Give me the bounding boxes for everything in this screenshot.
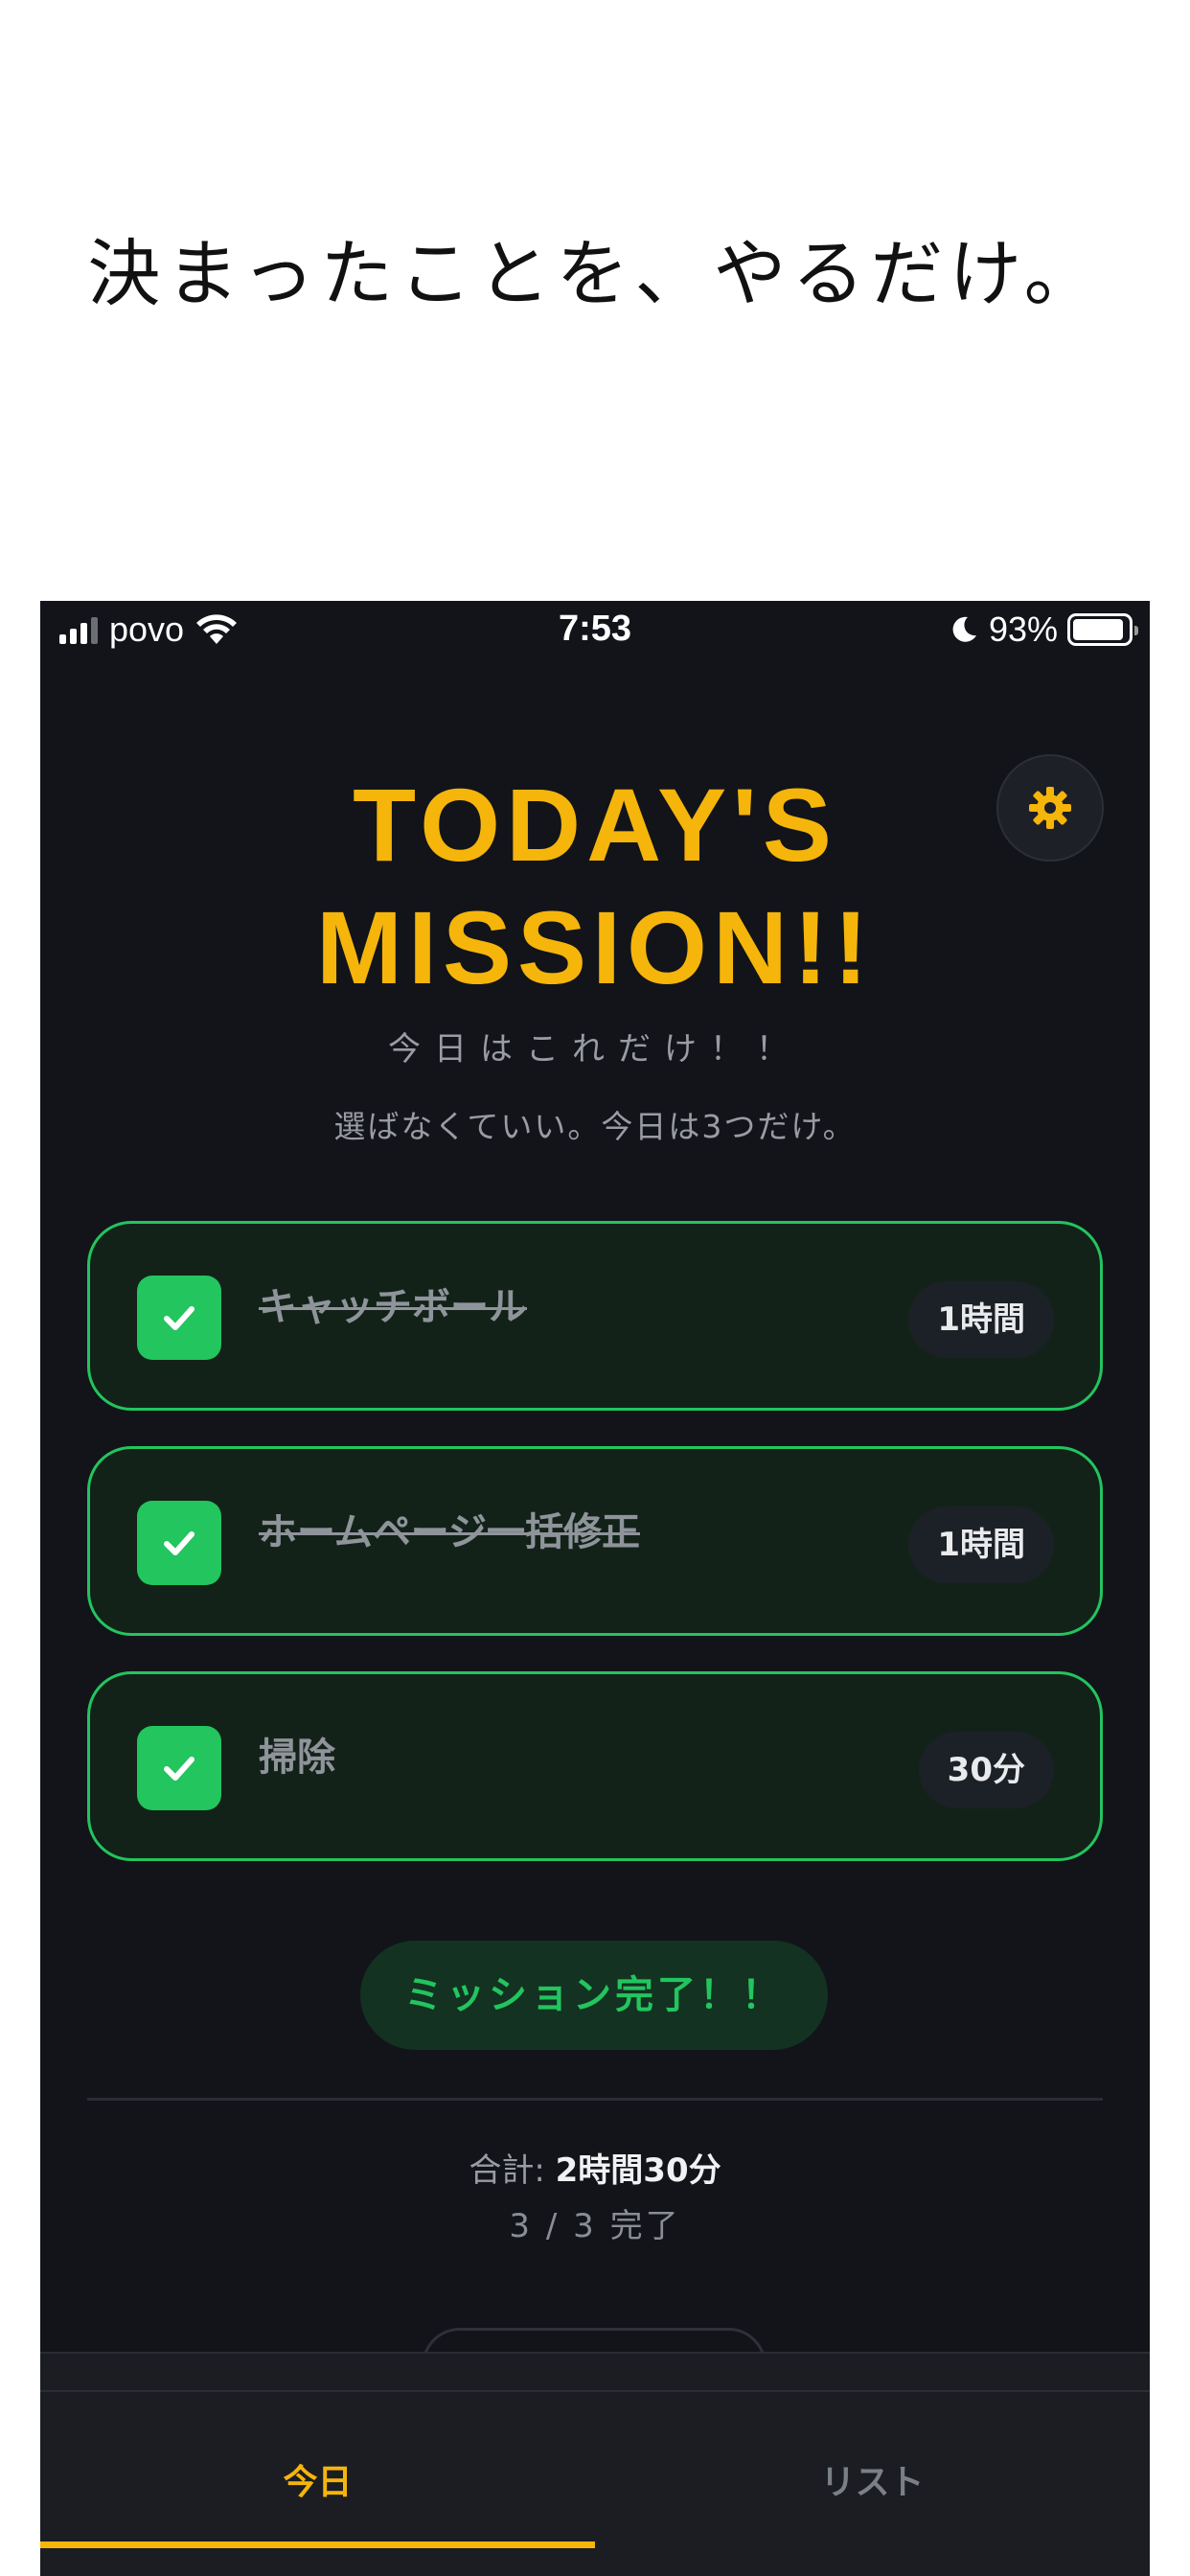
progress-text: 3 / 3 完了: [509, 2207, 681, 2245]
task-checkbox[interactable]: [137, 1276, 221, 1360]
task-name: ホームページ一括修正: [259, 1510, 640, 1554]
moon-icon: [952, 616, 976, 642]
gear-icon: [1029, 787, 1071, 829]
task-name: キャッチボール: [259, 1285, 527, 1329]
task-card[interactable]: 掃除 30分: [87, 1671, 1103, 1861]
active-tab-indicator: [40, 2542, 595, 2548]
promo-headline: 決まったことを、やるだけ。: [87, 231, 1103, 316]
duration-badge: 30分: [918, 1732, 1054, 1808]
battery-icon: [1067, 613, 1138, 646]
page-title: TODAY'S MISSION!!: [40, 764, 1150, 1009]
task-name: 掃除: [259, 1736, 335, 1780]
task-checkbox[interactable]: [137, 1501, 221, 1585]
subtitle: 今日はこれだけ！！: [388, 1030, 802, 1069]
mission-complete-button[interactable]: ミッション完了！！: [360, 1941, 828, 2050]
duration-badge: 1時間: [908, 1281, 1054, 1358]
status-bar: povo 7:53 93%: [40, 601, 1150, 658]
settings-button[interactable]: [996, 754, 1104, 862]
divider: [87, 2098, 1103, 2101]
total-label: 合計:: [469, 2151, 545, 2190]
check-icon: [164, 1531, 195, 1555]
task-card[interactable]: ホームページ一括修正 1時間: [87, 1446, 1103, 1636]
total-value: 2時間30分: [555, 2151, 721, 2190]
status-right: 93%: [949, 610, 1138, 649]
total-time: 合計: 2時間30分: [40, 2144, 1150, 2191]
task-card[interactable]: キャッチボール 1時間: [87, 1221, 1103, 1411]
check-icon: [164, 1757, 195, 1781]
title-line-2: MISSION!!: [316, 889, 874, 1005]
task-checkbox[interactable]: [137, 1726, 221, 1810]
battery-percent: 93%: [988, 610, 1058, 649]
description: 選ばなくていい。今日は3つだけ。: [333, 1108, 857, 1145]
tab-today[interactable]: 今日: [40, 2392, 595, 2576]
tab-list[interactable]: リスト: [595, 2392, 1150, 2576]
duration-badge: 1時間: [908, 1506, 1054, 1583]
check-icon: [164, 1306, 195, 1330]
app-screen: povo 7:53 93% TODAY'S MISSION!! 今日はこれだけ！…: [40, 601, 1150, 2576]
title-line-1: TODAY'S: [353, 767, 837, 883]
